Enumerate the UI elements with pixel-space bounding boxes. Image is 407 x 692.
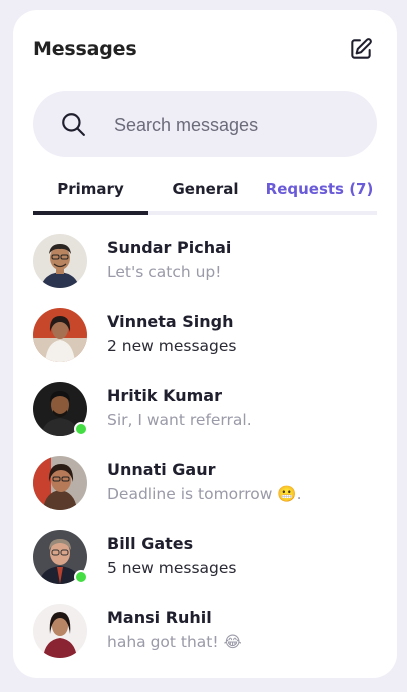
tab-general[interactable]: General — [148, 178, 263, 212]
avatar — [33, 234, 87, 288]
contact-name: Bill Gates — [107, 534, 194, 553]
conversation-item[interactable]: Hritik Kumar Sir, I want referral. — [33, 380, 377, 454]
contact-name: Unnati Gaur — [107, 460, 216, 479]
search-input[interactable] — [112, 109, 356, 141]
messages-panel: Messages Primary General Requests (7) — [13, 10, 397, 678]
search-icon — [62, 113, 85, 136]
conversation-item[interactable]: Unnati Gaur Deadline is tomorrow 😬. — [33, 454, 377, 528]
panel-header: Messages — [33, 38, 375, 62]
contact-name: Hritik Kumar — [107, 386, 222, 405]
tab-bar: Primary General Requests (7) — [33, 178, 377, 216]
tab-requests[interactable]: Requests (7) — [262, 178, 377, 212]
conversation-list: Sundar Pichai Let's catch up! Vinneta Si… — [33, 232, 377, 676]
conversation-item[interactable]: Bill Gates 5 new messages — [33, 528, 377, 602]
active-tab-indicator — [33, 211, 148, 215]
conversation-item[interactable]: Sundar Pichai Let's catch up! — [33, 232, 377, 306]
online-indicator — [74, 422, 88, 436]
message-preview: 5 new messages — [107, 559, 237, 577]
message-preview: Sir, I want referral. — [107, 411, 252, 429]
tab-primary[interactable]: Primary — [33, 178, 148, 212]
message-preview: Let's catch up! — [107, 263, 222, 281]
avatar — [33, 456, 87, 510]
page-title: Messages — [33, 38, 137, 60]
avatar — [33, 308, 87, 362]
avatar — [33, 604, 87, 658]
edit-square-icon — [351, 38, 372, 59]
search-bar[interactable] — [33, 91, 377, 157]
conversation-item[interactable]: Vinneta Singh 2 new messages — [33, 306, 377, 380]
avatar — [33, 382, 88, 436]
message-preview: haha got that! 😂 — [107, 633, 242, 651]
message-preview: 2 new messages — [107, 337, 237, 355]
contact-name: Sundar Pichai — [107, 238, 232, 257]
online-indicator — [74, 570, 88, 584]
message-preview: Deadline is tomorrow 😬. — [107, 485, 302, 503]
compose-button[interactable] — [347, 35, 375, 63]
conversation-item[interactable]: Mansi Ruhil haha got that! 😂 — [33, 602, 377, 676]
contact-name: Mansi Ruhil — [107, 608, 212, 627]
avatar — [33, 530, 88, 584]
contact-name: Vinneta Singh — [107, 312, 234, 331]
